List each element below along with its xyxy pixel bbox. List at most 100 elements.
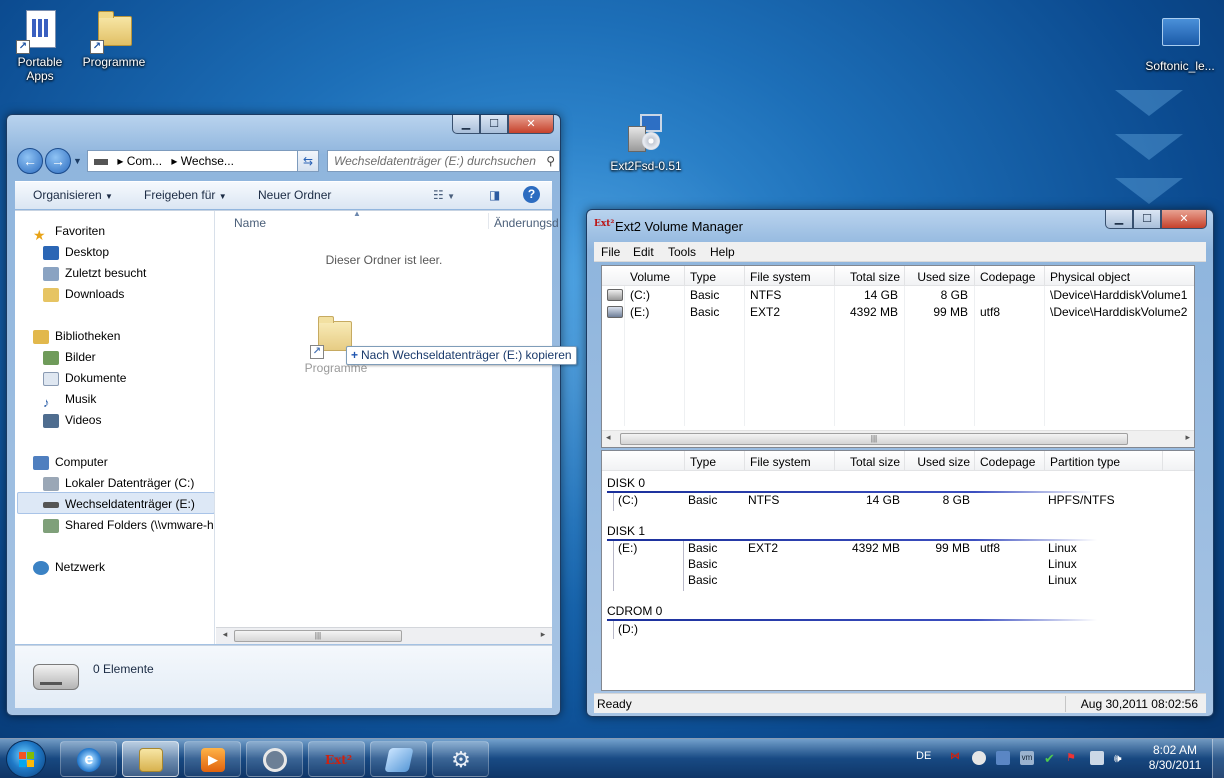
breadcrumb-computer[interactable]: Com... [127,154,162,168]
column-header-modified[interactable]: Änderungsd [494,216,558,230]
taskbar-media-player[interactable]: ▶ [184,741,241,777]
taskbar-app-circle[interactable] [246,741,303,777]
column-header-used-size[interactable]: Used size [908,455,970,469]
minimize-button[interactable]: ▁ [1105,210,1133,229]
nav-music[interactable]: ♪ Musik [43,389,96,410]
taskbar-explorer[interactable] [122,741,179,777]
disk-label[interactable]: CDROM 0 [607,604,662,618]
column-header-codepage[interactable]: Codepage [980,270,1035,284]
nav-shared-folders[interactable]: Shared Folders (\\vmware-h [43,515,214,535]
partition-row[interactable]: Basic Linux [602,557,1194,573]
desktop-icon-programme[interactable]: ↗ Programme [74,8,154,69]
column-header-name[interactable]: Name [234,216,266,230]
scroll-right-icon[interactable]: ▸ [536,629,550,640]
volume-list[interactable]: Volume Type File system Total size Used … [601,265,1195,448]
table-row[interactable]: (C:) Basic NTFS 14 GB 8 GB \Device\Hardd… [602,287,1194,304]
checkmark-tray-icon[interactable]: ✔ [1044,751,1058,766]
partition-row[interactable]: (E:) Basic EXT2 4392 MB 99 MB utf8 Linux [602,541,1194,557]
back-button[interactable]: ← [17,148,43,174]
nav-desktop[interactable]: Desktop [43,242,109,262]
column-header-total-size[interactable]: Total size [838,270,900,284]
forward-button[interactable]: → [45,148,71,174]
menu-file[interactable]: File [601,245,620,259]
scroll-right-icon[interactable]: ▸ [1185,432,1190,443]
ext2-volume-manager-window[interactable]: Ext² Ext2 Volume Manager ▁ ☐ ✕ File Edit… [586,209,1214,717]
sync-tray-icon[interactable] [972,751,986,765]
disk-label[interactable]: DISK 0 [607,476,645,490]
preview-pane-icon[interactable]: ◨ [489,188,500,202]
column-header-filesystem[interactable]: File system [750,455,811,469]
disk-label[interactable]: DISK 1 [607,524,645,538]
ext2-tray-icon[interactable]: ⋈ [950,751,964,765]
display-tray-icon[interactable] [996,751,1010,765]
scroll-left-icon[interactable]: ◂ [218,629,232,640]
network-tray-icon[interactable] [1090,751,1104,765]
explorer-window[interactable]: ▁ ☐ ✕ ← → ▼ ▸ Com... ▸ Wechse... ▼ ⇆ Wec… [6,114,577,716]
organize-button[interactable]: Organisieren ▼ [33,188,113,202]
minimize-button[interactable]: ▁ [452,115,480,134]
system-clock[interactable]: 8:02 AM 8/30/2011 [1140,743,1210,773]
horizontal-scrollbar[interactable]: ◂ ||| ▸ [602,430,1194,447]
language-indicator[interactable]: DE [916,750,931,762]
history-dropdown-icon[interactable]: ▼ [73,156,82,166]
nav-favorites[interactable]: ★ Favoriten [33,221,105,243]
nav-pictures[interactable]: Bilder [43,347,96,367]
file-list[interactable]: Name ▲ Änderungsd Dieser Ordner ist leer… [216,209,577,644]
desktop-icon-portable-apps[interactable]: ↗ Portable Apps [0,8,80,83]
nav-computer[interactable]: Computer [33,452,108,472]
scrollbar-thumb[interactable]: ||| [234,630,402,642]
breadcrumb-drive[interactable]: Wechse... [181,154,234,168]
desktop-icon-ext2fsd[interactable]: Ext2Fsd-0.51 [606,112,686,173]
taskbar-ext2fsd[interactable]: Ext² [308,741,365,777]
vmware-tray-icon[interactable]: vm [1020,751,1034,765]
nav-libraries[interactable]: Bibliotheken [33,326,120,346]
column-header-physical-object[interactable]: Physical object [1050,270,1130,284]
search-input[interactable]: Wechseldatenträger (E:) durchsuchen ⚲ [327,150,560,172]
maximize-button[interactable]: ☐ [480,115,508,134]
nav-recent[interactable]: Zuletzt besucht [43,263,146,283]
menu-help[interactable]: Help [710,245,735,259]
column-header-codepage[interactable]: Codepage [980,455,1035,469]
taskbar-notepad[interactable] [370,741,427,777]
taskbar-settings[interactable]: ⚙ [432,741,489,777]
partition-row[interactable]: Basic Linux [602,573,1194,589]
action-center-icon[interactable]: ⚑ [1066,751,1080,765]
column-header-used-size[interactable]: Used size [908,270,970,284]
volume-icon[interactable]: 🕪 [1114,751,1128,765]
menu-edit[interactable]: Edit [633,245,654,259]
partition-row[interactable]: (C:) Basic NTFS 14 GB 8 GB HPFS/NTFS [602,493,1194,509]
view-options-icon[interactable]: ☷ ▼ [433,188,455,202]
taskbar-internet-explorer[interactable]: e [60,741,117,777]
share-button[interactable]: Freigeben für ▼ [144,188,227,202]
partition-row[interactable]: (D:) [602,622,1194,638]
help-icon[interactable]: ? [523,186,540,203]
nav-documents[interactable]: Dokumente [43,368,126,388]
close-button[interactable]: ✕ [1161,210,1207,229]
maximize-button[interactable]: ☐ [1133,210,1161,229]
nav-videos[interactable]: Videos [43,410,101,430]
column-header-partition-type[interactable]: Partition type [1050,455,1120,469]
column-header-volume[interactable]: Volume [630,270,670,284]
nav-network[interactable]: Netzwerk [33,557,105,577]
show-desktop-button[interactable] [1212,739,1224,778]
column-header-type[interactable]: Type [690,455,716,469]
new-folder-button[interactable]: Neuer Ordner [258,188,331,202]
scroll-left-icon[interactable]: ◂ [606,432,611,443]
column-header-total-size[interactable]: Total size [838,455,900,469]
start-button[interactable] [6,740,46,778]
scrollbar-thumb[interactable]: ||| [620,433,1128,445]
horizontal-scrollbar[interactable]: ◂ ||| ▸ [216,627,552,644]
nav-downloads[interactable]: Downloads [43,284,124,304]
codepage-cell: utf8 [980,541,1001,555]
table-row[interactable]: (E:) Basic EXT2 4392 MB 99 MB utf8 \Devi… [602,304,1194,321]
close-button[interactable]: ✕ [508,115,554,134]
address-bar[interactable]: ▸ Com... ▸ Wechse... ▼ [87,150,312,172]
refresh-button[interactable]: ⇆ [297,150,319,172]
nav-removable-drive[interactable]: Wechseldatenträger (E:) [43,494,195,514]
menu-tools[interactable]: Tools [668,245,696,259]
desktop-icon-softonic[interactable]: Softonic_le... [1140,12,1220,73]
nav-local-disk[interactable]: Lokaler Datenträger (C:) [43,473,194,493]
column-header-type[interactable]: Type [690,270,716,284]
column-header-filesystem[interactable]: File system [750,270,811,284]
disk-list[interactable]: Type File system Total size Used size Co… [601,450,1195,691]
